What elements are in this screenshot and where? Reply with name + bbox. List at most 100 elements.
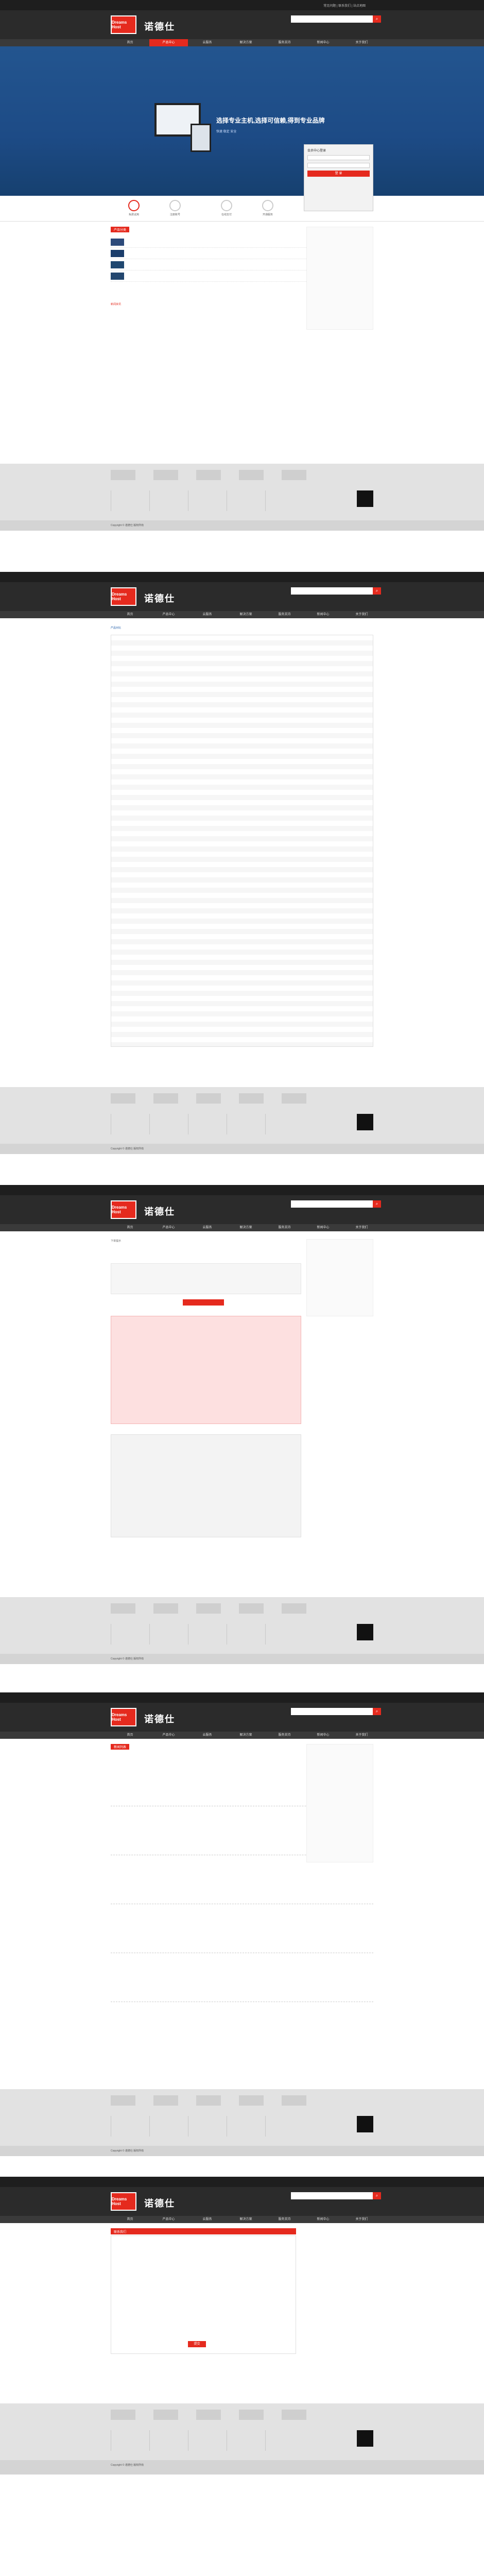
submit-button[interactable]: 提交	[188, 2341, 206, 2347]
site-logo-cn: 诺德仕	[144, 1207, 175, 1217]
home-right-panel	[306, 227, 373, 330]
nav-item-home[interactable]: 首页	[111, 2216, 149, 2223]
compare-section: Dreams Host 诺德仕 ⌕ 首页 产品中心 云服务 解决方案 服务支持 …	[0, 572, 484, 1087]
partner-logo	[282, 470, 306, 480]
copyright: Copyright © 诺德仕 版权所有	[0, 1144, 484, 1154]
nav-item-products[interactable]: 产品中心	[149, 39, 188, 46]
nav-item-news[interactable]: 新闻中心	[304, 1732, 342, 1739]
nav-item-news[interactable]: 新闻中心	[304, 611, 342, 618]
site-logo[interactable]: Dreams Host	[111, 2192, 136, 2211]
comparison-table	[111, 635, 373, 1047]
site-logo[interactable]: Dreams Host	[111, 1708, 136, 1726]
nav-item-about[interactable]: 关于我们	[342, 1224, 381, 1231]
copyright: Copyright © 诺德仕 版权所有	[0, 520, 484, 531]
list-item[interactable]	[111, 1855, 373, 1904]
list-item[interactable]	[111, 1953, 373, 2002]
search-icon[interactable]: ⌕	[373, 1708, 381, 1715]
compare-heading: 产品对比	[111, 626, 122, 630]
nav-item-home[interactable]: 首页	[111, 1732, 149, 1739]
nav-item-home[interactable]: 首页	[111, 611, 149, 618]
nav-item-cloud[interactable]: 云服务	[188, 611, 227, 618]
search-input[interactable]	[291, 1708, 373, 1715]
nav-item-support[interactable]: 服务支持	[265, 39, 304, 46]
nav-item-about[interactable]: 关于我们	[342, 1732, 381, 1739]
nav-item-cloud[interactable]: 云服务	[188, 1224, 227, 1231]
site-logo[interactable]: Dreams Host	[111, 587, 136, 606]
nav-item-solutions[interactable]: 解决方案	[227, 1732, 265, 1739]
home-section: 常见问题 | 联系我们 | 站点地图 Dreams Host 诺德仕 ⌕ 首页 …	[0, 0, 484, 464]
top-bar: 常见问题 | 联系我们 | 站点地图	[0, 0, 484, 10]
site-logo[interactable]: Dreams Host	[111, 15, 136, 34]
nav-item-news[interactable]: 新闻中心	[304, 1224, 342, 1231]
nav-item-news[interactable]: 新闻中心	[304, 39, 342, 46]
qr-code-icon	[357, 1114, 373, 1130]
site-logo-cn: 诺德仕	[144, 22, 175, 32]
footer	[0, 464, 484, 520]
partner-logo	[153, 470, 178, 480]
search-input[interactable]	[291, 15, 373, 23]
home-content: 产品分类 新闻资讯	[0, 222, 484, 464]
step-pay[interactable]: 在线支付	[216, 200, 237, 216]
search-input[interactable]	[291, 2192, 373, 2199]
partner-logo	[196, 470, 221, 480]
phone-illustration	[191, 124, 211, 152]
copyright: Copyright © 诺德仕 版权所有	[0, 2146, 484, 2156]
search-icon[interactable]: ⌕	[373, 2192, 381, 2199]
step-free-trial[interactable]: 免费试用	[124, 200, 144, 216]
list-item[interactable]	[111, 1904, 373, 1953]
alert-box	[111, 1316, 301, 1424]
nav-item-about[interactable]: 关于我们	[342, 2216, 381, 2223]
search-icon[interactable]: ⌕	[373, 587, 381, 595]
copyright: Copyright © 诺德仕 版权所有	[0, 1654, 484, 1664]
news-section: Dreams Host 诺德仕 ⌕ 首页 产品中心 云服务 解决方案 服务支持 …	[0, 1692, 484, 2089]
header: Dreams Host 诺德仕 ⌕	[0, 10, 484, 39]
username-field[interactable]	[307, 155, 370, 160]
nav-item-support[interactable]: 服务支持	[265, 611, 304, 618]
nav-item-products[interactable]: 产品中心	[149, 1732, 188, 1739]
nav-item-home[interactable]: 首页	[111, 1224, 149, 1231]
search-icon[interactable]: ⌕	[373, 15, 381, 23]
nav-item-support[interactable]: 服务支持	[265, 1732, 304, 1739]
products-title: 产品分类	[111, 227, 130, 232]
order-info	[111, 1263, 301, 1294]
nav-item-solutions[interactable]: 解决方案	[227, 611, 265, 618]
nav-item-products[interactable]: 产品中心	[149, 1224, 188, 1231]
nav-item-solutions[interactable]: 解决方案	[227, 1224, 265, 1231]
search-input[interactable]	[291, 1200, 373, 1208]
search-input[interactable]	[291, 587, 373, 595]
contact-section: Dreams Host 诺德仕 ⌕ 首页 产品中心 云服务 解决方案 服务支持 …	[0, 2177, 484, 2403]
banner-headline: 选择专业主机,选择可信赖,得到专业品牌	[216, 117, 325, 124]
news-list-heading: 新闻列表	[111, 1744, 130, 1750]
nav-item-cloud[interactable]: 云服务	[188, 39, 227, 46]
login-button[interactable]: 登 录	[307, 171, 370, 177]
nav-item-solutions[interactable]: 解决方案	[227, 39, 265, 46]
qr-code-icon	[357, 490, 373, 507]
password-field[interactable]	[307, 163, 370, 168]
nav-item-cloud[interactable]: 云服务	[188, 2216, 227, 2223]
step-register[interactable]: 注册账号	[165, 200, 185, 216]
nav-item-cloud[interactable]: 云服务	[188, 1732, 227, 1739]
order-section: Dreams Host 诺德仕 ⌕ 首页 产品中心 云服务 解决方案 服务支持 …	[0, 1185, 484, 1597]
site-logo-cn: 诺德仕	[144, 1714, 175, 1724]
step-open[interactable]: 开通服务	[257, 200, 278, 216]
partner-logo	[111, 470, 135, 480]
contact-info	[306, 2228, 373, 2306]
confirm-button[interactable]	[183, 1299, 224, 1306]
site-logo[interactable]: Dreams Host	[111, 1200, 136, 1219]
list-item[interactable]	[111, 2002, 373, 2051]
nav-item-support[interactable]: 服务支持	[265, 2216, 304, 2223]
search-icon[interactable]: ⌕	[373, 1200, 381, 1208]
nav-item-home[interactable]: 首页	[111, 39, 149, 46]
nav-item-about[interactable]: 关于我们	[342, 611, 381, 618]
login-title: 会员中心登录	[307, 149, 326, 152]
notes-box	[111, 1434, 301, 1537]
nav-item-products[interactable]: 产品中心	[149, 611, 188, 618]
nav-item-news[interactable]: 新闻中心	[304, 2216, 342, 2223]
banner-subtitle: 快速 稳定 安全	[216, 130, 237, 133]
nav-item-solutions[interactable]: 解决方案	[227, 2216, 265, 2223]
nav-item-support[interactable]: 服务支持	[265, 1224, 304, 1231]
order-sidebar	[306, 1239, 373, 1316]
nav-item-about[interactable]: 关于我们	[342, 39, 381, 46]
topbar-links[interactable]: 常见问题 | 联系我们 | 站点地图	[323, 3, 366, 8]
nav-item-products[interactable]: 产品中心	[149, 2216, 188, 2223]
